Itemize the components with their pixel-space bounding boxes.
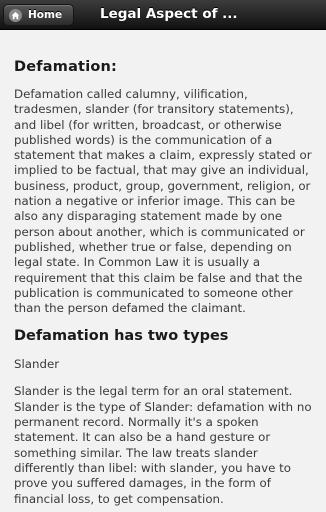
subheading-slander: Slander xyxy=(14,357,60,372)
section-heading-defamation: Defamation: xyxy=(14,59,118,75)
paragraph-defamation: Defamation called calumny, vilification,… xyxy=(14,87,312,316)
paragraph-slander: Slander is the legal term for an oral st… xyxy=(14,384,312,506)
app-header: Home Legal Aspect of ... xyxy=(0,0,326,30)
home-button-label: Home xyxy=(28,9,63,21)
section-heading-types: Defamation has two types xyxy=(14,328,229,345)
page-title: Legal Aspect of ... xyxy=(100,6,238,22)
article-content: Defamation: Defamation called calumny, v… xyxy=(0,31,326,512)
home-icon xyxy=(9,8,22,22)
home-button[interactable]: Home xyxy=(3,4,74,26)
